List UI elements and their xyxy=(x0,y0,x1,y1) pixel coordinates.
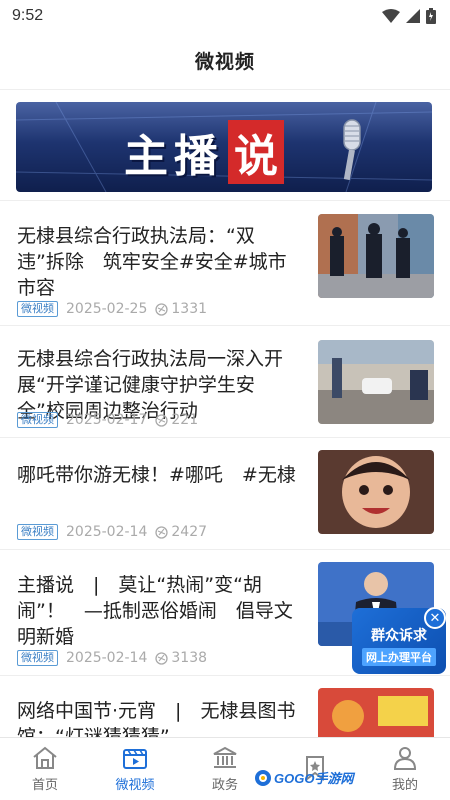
status-bar: 9:52 xyxy=(0,0,450,32)
news-title: 哪吒带你游无棣！#哪吒 #无棣 xyxy=(17,464,296,486)
news-thumbnail xyxy=(318,214,434,298)
home-icon xyxy=(31,745,59,771)
nav-label-home: 首页 xyxy=(31,778,58,793)
list-item[interactable]: 无棣县综合行政执法局：“双违”拆除 筑牢安全#安全#城市市容 微视频 2025-… xyxy=(0,200,450,325)
category-tag: 微视频 xyxy=(17,650,58,666)
nav-item-video[interactable]: 微视频 xyxy=(90,738,180,800)
news-date: 2025-02-17 xyxy=(66,412,148,428)
views-icon xyxy=(155,302,169,316)
microphone-icon xyxy=(343,119,361,181)
views-icon xyxy=(155,525,169,539)
close-icon[interactable]: ✕ xyxy=(424,607,446,629)
banner-char-1: 主 xyxy=(124,131,174,182)
watermark: GOGO手游网 xyxy=(254,768,353,787)
nav-label-government: 政务 xyxy=(211,778,238,793)
view-count: 2427 xyxy=(155,524,207,540)
battery-icon xyxy=(426,8,436,24)
views-number: 221 xyxy=(171,412,199,428)
banner-title: 主 播 说 xyxy=(124,120,284,184)
news-date: 2025-02-25 xyxy=(66,301,148,317)
category-tag: 微视频 xyxy=(17,524,58,540)
wifi-icon xyxy=(382,9,400,23)
banner[interactable]: 主 播 说 xyxy=(16,102,432,192)
list-item[interactable]: 哪吒带你游无棣！#哪吒 #无棣 微视频 2025-02-14 2427 xyxy=(0,437,450,549)
list-item[interactable]: 无棣县综合行政执法局一深入开展“开学谨记健康守护学生安全”校园周边整治行动 微视… xyxy=(0,325,450,437)
signal-icon xyxy=(406,9,420,23)
news-meta: 微视频 2025-02-14 3138 xyxy=(17,650,207,666)
news-date: 2025-02-14 xyxy=(66,650,148,666)
news-meta: 微视频 2025-02-14 2427 xyxy=(17,524,207,540)
news-thumbnail xyxy=(318,450,434,534)
news-meta: 微视频 2025-02-17 221 xyxy=(17,412,198,428)
nav-item-profile[interactable]: 我的 xyxy=(360,738,450,800)
page-header: 微视频 xyxy=(0,32,450,90)
view-count: 3138 xyxy=(155,650,207,666)
page-title: 微视频 xyxy=(194,51,255,73)
bottom-nav: 首页 微视频 政务 我的 xyxy=(0,737,450,800)
category-tag: 微视频 xyxy=(17,412,58,428)
badge-title: 群众诉求 xyxy=(371,627,427,644)
status-time: 9:52 xyxy=(12,7,44,24)
government-icon xyxy=(211,745,239,771)
news-meta: 微视频 2025-02-25 1331 xyxy=(17,301,207,317)
news-thumbnail xyxy=(318,340,434,424)
status-icons xyxy=(382,8,436,24)
views-number: 2427 xyxy=(171,524,208,540)
watermark-logo-icon xyxy=(255,769,271,786)
banner-char-highlight: 说 xyxy=(228,120,284,184)
user-icon xyxy=(391,745,419,771)
nav-label-profile: 我的 xyxy=(391,778,418,793)
news-title: 无棣县综合行政执法局：“双违”拆除 筑牢安全#安全#城市市容 xyxy=(17,225,287,299)
views-icon xyxy=(155,651,169,665)
view-count: 221 xyxy=(155,412,198,428)
view-count: 1331 xyxy=(155,301,207,317)
video-icon xyxy=(121,745,149,771)
nav-item-home[interactable]: 首页 xyxy=(0,738,90,800)
views-number: 1331 xyxy=(171,301,208,317)
watermark-text: GOGO手游网 xyxy=(274,771,354,786)
category-tag: 微视频 xyxy=(17,301,58,317)
list-item[interactable]: 网络中国节·元宵 | 无棣县图书馆：“灯谜猜猜猜” xyxy=(0,675,450,772)
badge-subtitle: 网上办理平台 xyxy=(362,647,436,666)
news-date: 2025-02-14 xyxy=(66,524,148,540)
nav-label-video: 微视频 xyxy=(115,778,155,793)
views-icon xyxy=(155,413,169,427)
news-title: 主播说 | 莫让“热闹”变“胡闹”！ —抵制恶俗婚闹 倡导文明新婚 xyxy=(17,574,293,648)
banner-char-2: 播 xyxy=(174,131,224,182)
views-number: 3138 xyxy=(171,650,208,666)
